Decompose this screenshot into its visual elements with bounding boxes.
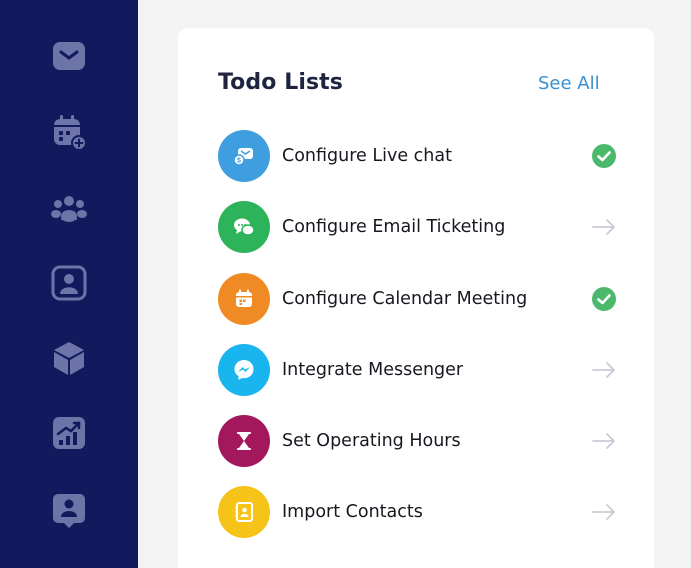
sidebar-item-reports[interactable]: [48, 412, 90, 454]
todo-item-email-ticketing[interactable]: Configure Email Ticketing: [218, 201, 618, 253]
todo-item-messenger[interactable]: Integrate Messenger: [218, 344, 618, 396]
contact-card-icon: [51, 265, 87, 301]
live-chat-icon: $: [218, 130, 270, 182]
mail-icon: [53, 42, 85, 70]
contacts-book-icon: [218, 486, 270, 538]
todo-item-live-chat[interactable]: $ Configure Live chat: [218, 130, 618, 182]
calendar-icon: [218, 273, 270, 325]
arrow-right-icon: [590, 427, 618, 455]
todo-label: Import Contacts: [282, 502, 423, 522]
todo-item-import-contacts[interactable]: Import Contacts: [218, 486, 618, 538]
sidebar-item-mail[interactable]: [48, 35, 90, 77]
arrow-right-icon: [590, 498, 618, 526]
todo-label: Configure Live chat: [282, 146, 452, 166]
sidebar-item-products[interactable]: [48, 337, 90, 379]
check-icon: [590, 142, 618, 170]
sidebar-item-contacts[interactable]: [48, 262, 90, 304]
email-ticket-icon: [218, 201, 270, 253]
todo-item-operating-hours[interactable]: Set Operating Hours: [218, 415, 618, 467]
check-icon: [590, 285, 618, 313]
todo-label: Configure Calendar Meeting: [282, 289, 528, 309]
todo-label: Set Operating Hours: [282, 431, 461, 451]
card-title: Todo Lists: [218, 70, 343, 95]
arrow-right-icon: [590, 213, 618, 241]
sidebar-item-team[interactable]: [48, 188, 90, 230]
sidebar-item-calendar[interactable]: [48, 111, 90, 153]
todo-card: Todo Lists See All $ Configure Live chat: [178, 28, 654, 568]
sidebar-item-user[interactable]: [48, 489, 90, 531]
user-badge-icon: [53, 494, 85, 528]
see-all-link[interactable]: See All: [538, 73, 600, 94]
hourglass-icon: [218, 415, 270, 467]
calendar-add-icon: [54, 115, 87, 151]
chart-icon: [53, 417, 85, 449]
todo-item-calendar-meeting[interactable]: Configure Calendar Meeting: [218, 273, 618, 325]
messenger-icon: [218, 344, 270, 396]
team-icon: [51, 196, 87, 222]
main-area: Todo Lists See All $ Configure Live chat: [138, 0, 691, 568]
box-icon: [54, 342, 84, 375]
todo-label: Integrate Messenger: [282, 360, 464, 380]
svg-text:$: $: [237, 158, 241, 165]
todo-label: Configure Email Ticketing: [282, 217, 506, 237]
arrow-right-icon: [590, 356, 618, 384]
sidebar: [0, 0, 138, 568]
